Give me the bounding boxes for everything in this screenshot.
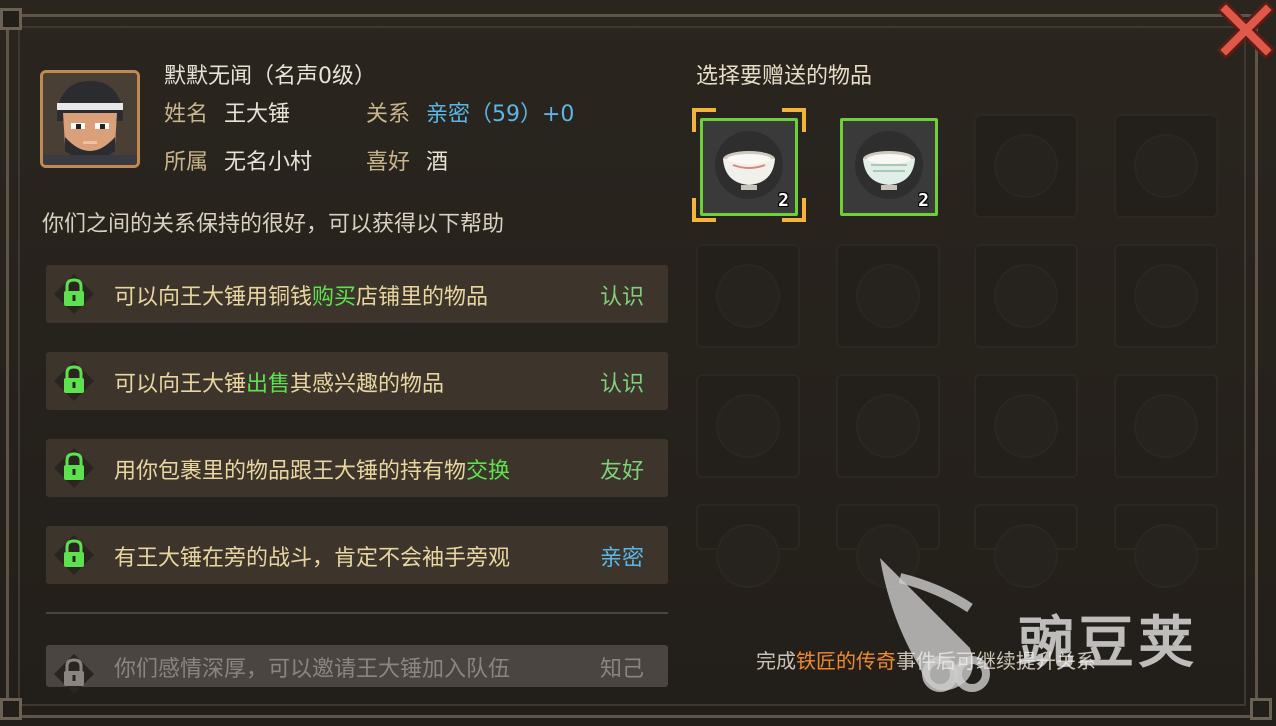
slot-placeholder <box>1134 394 1198 458</box>
slot-placeholder <box>1134 264 1198 328</box>
empty-gift-slot[interactable] <box>974 504 1078 588</box>
empty-gift-slot[interactable] <box>836 374 940 478</box>
npc-portrait <box>40 70 140 168</box>
help-row: 用你包裹里的物品跟王大锤的持有物交换 友好 <box>46 439 668 497</box>
frame-corner <box>1250 698 1272 720</box>
empty-gift-slot[interactable] <box>1114 374 1218 478</box>
frame-corner <box>0 8 22 30</box>
faction-label: 所属 <box>164 150 209 175</box>
gift-item-slot[interactable]: 2 <box>840 118 938 216</box>
unlock-icon <box>54 361 94 401</box>
item-count: 2 <box>778 190 789 211</box>
help-text: 可以向王大锤出售其感兴趣的物品 <box>114 366 444 398</box>
help-text-part: 店铺里的物品 <box>356 285 489 310</box>
help-text: 有王大锤在旁的战斗，肯定不会袖手旁观 <box>114 540 510 572</box>
slot-placeholder <box>716 394 780 458</box>
slot-placeholder <box>994 394 1058 458</box>
empty-gift-slot[interactable] <box>836 244 940 348</box>
required-relation-level: 亲密 <box>599 546 644 571</box>
watermark-text: 豌豆荚 <box>1018 611 1198 676</box>
gift-item-slot[interactable]: 2 <box>700 118 798 216</box>
slot-placeholder <box>994 264 1058 328</box>
lock-icon <box>54 654 94 694</box>
name-label: 姓名 <box>164 102 209 127</box>
required-relation-level: 认识 <box>599 372 644 397</box>
help-text: 可以向王大锤用铜钱购买店铺里的物品 <box>114 279 488 311</box>
slot-placeholder <box>994 134 1058 198</box>
help-row: 可以向王大锤出售其感兴趣的物品 认识 <box>46 352 668 410</box>
hobby-label: 喜好 <box>366 150 411 175</box>
help-text: 用你包裹里的物品跟王大锤的持有物交换 <box>114 453 510 485</box>
help-row: 有王大锤在旁的战斗，肯定不会袖手旁观 亲密 <box>46 526 668 584</box>
required-relation-level: 友好 <box>599 459 644 484</box>
help-action-keyword: 交换 <box>466 459 511 484</box>
help-text-part: 可以向王大锤用铜钱 <box>114 285 313 310</box>
close-icon <box>1216 0 1276 60</box>
npc-relation-panel: 默默无闻（名声0级） 姓名 王大锤 关系 亲密（59）+0 所属 无名小村 喜好… <box>0 0 1276 726</box>
required-relation-level: 知己 <box>599 657 644 682</box>
slot-placeholder <box>856 264 920 328</box>
empty-gift-slot[interactable] <box>1114 244 1218 348</box>
help-action-keyword: 出售 <box>246 372 291 397</box>
relation-value: 亲密（59）+0 <box>426 102 575 127</box>
item-count: 2 <box>918 190 929 211</box>
npc-faction: 无名小村 <box>224 150 313 175</box>
gift-section-title: 选择要赠送的物品 <box>696 64 873 89</box>
help-text-part: 有王大锤在旁的战斗，肯定不会袖手旁观 <box>114 546 511 571</box>
help-text: 你们感情深厚，可以邀请王大锤加入队伍 <box>114 651 510 683</box>
npc-hobby: 酒 <box>426 150 449 175</box>
relation-hint-pre: 完成 <box>756 649 796 673</box>
unlock-icon <box>54 274 94 314</box>
npc-avatar <box>43 73 137 165</box>
relation-label: 关系 <box>366 102 411 127</box>
help-intro: 你们之间的关系保持的很好，可以获得以下帮助 <box>42 212 505 237</box>
help-text-part: 其感兴趣的物品 <box>290 372 445 397</box>
divider <box>46 612 668 614</box>
npc-name: 王大锤 <box>224 102 291 127</box>
help-text-part: 用你包裹里的物品跟王大锤的持有物 <box>114 459 467 484</box>
unlock-icon <box>54 535 94 575</box>
empty-gift-slot[interactable] <box>696 504 800 588</box>
empty-gift-slot[interactable] <box>1114 504 1218 588</box>
frame-corner <box>0 698 22 720</box>
close-button[interactable] <box>1216 0 1276 60</box>
slot-placeholder <box>856 394 920 458</box>
empty-gift-slot[interactable] <box>974 374 1078 478</box>
help-action-keyword: 购买 <box>312 285 357 310</box>
help-row: 可以向王大锤用铜钱购买店铺里的物品 认识 <box>46 265 668 323</box>
empty-gift-slot[interactable] <box>836 504 940 588</box>
empty-gift-slot[interactable] <box>974 114 1078 218</box>
empty-gift-slot[interactable] <box>1114 114 1218 218</box>
required-relation-level: 认识 <box>599 285 644 310</box>
help-row: 你们感情深厚，可以邀请王大锤加入队伍 知己 <box>46 645 668 694</box>
slot-placeholder <box>1134 134 1198 198</box>
help-text-part: 你们感情深厚，可以邀请王大锤加入队伍 <box>114 657 511 682</box>
empty-gift-slot[interactable] <box>696 244 800 348</box>
help-text-part: 可以向王大锤 <box>114 372 247 397</box>
slot-placeholder <box>716 264 780 328</box>
empty-gift-slot[interactable] <box>696 374 800 478</box>
slot-placeholder <box>716 524 780 588</box>
empty-gift-slot[interactable] <box>974 244 1078 348</box>
npc-fame-title: 默默无闻（名声0级） <box>164 64 376 89</box>
unlock-icon <box>54 448 94 488</box>
